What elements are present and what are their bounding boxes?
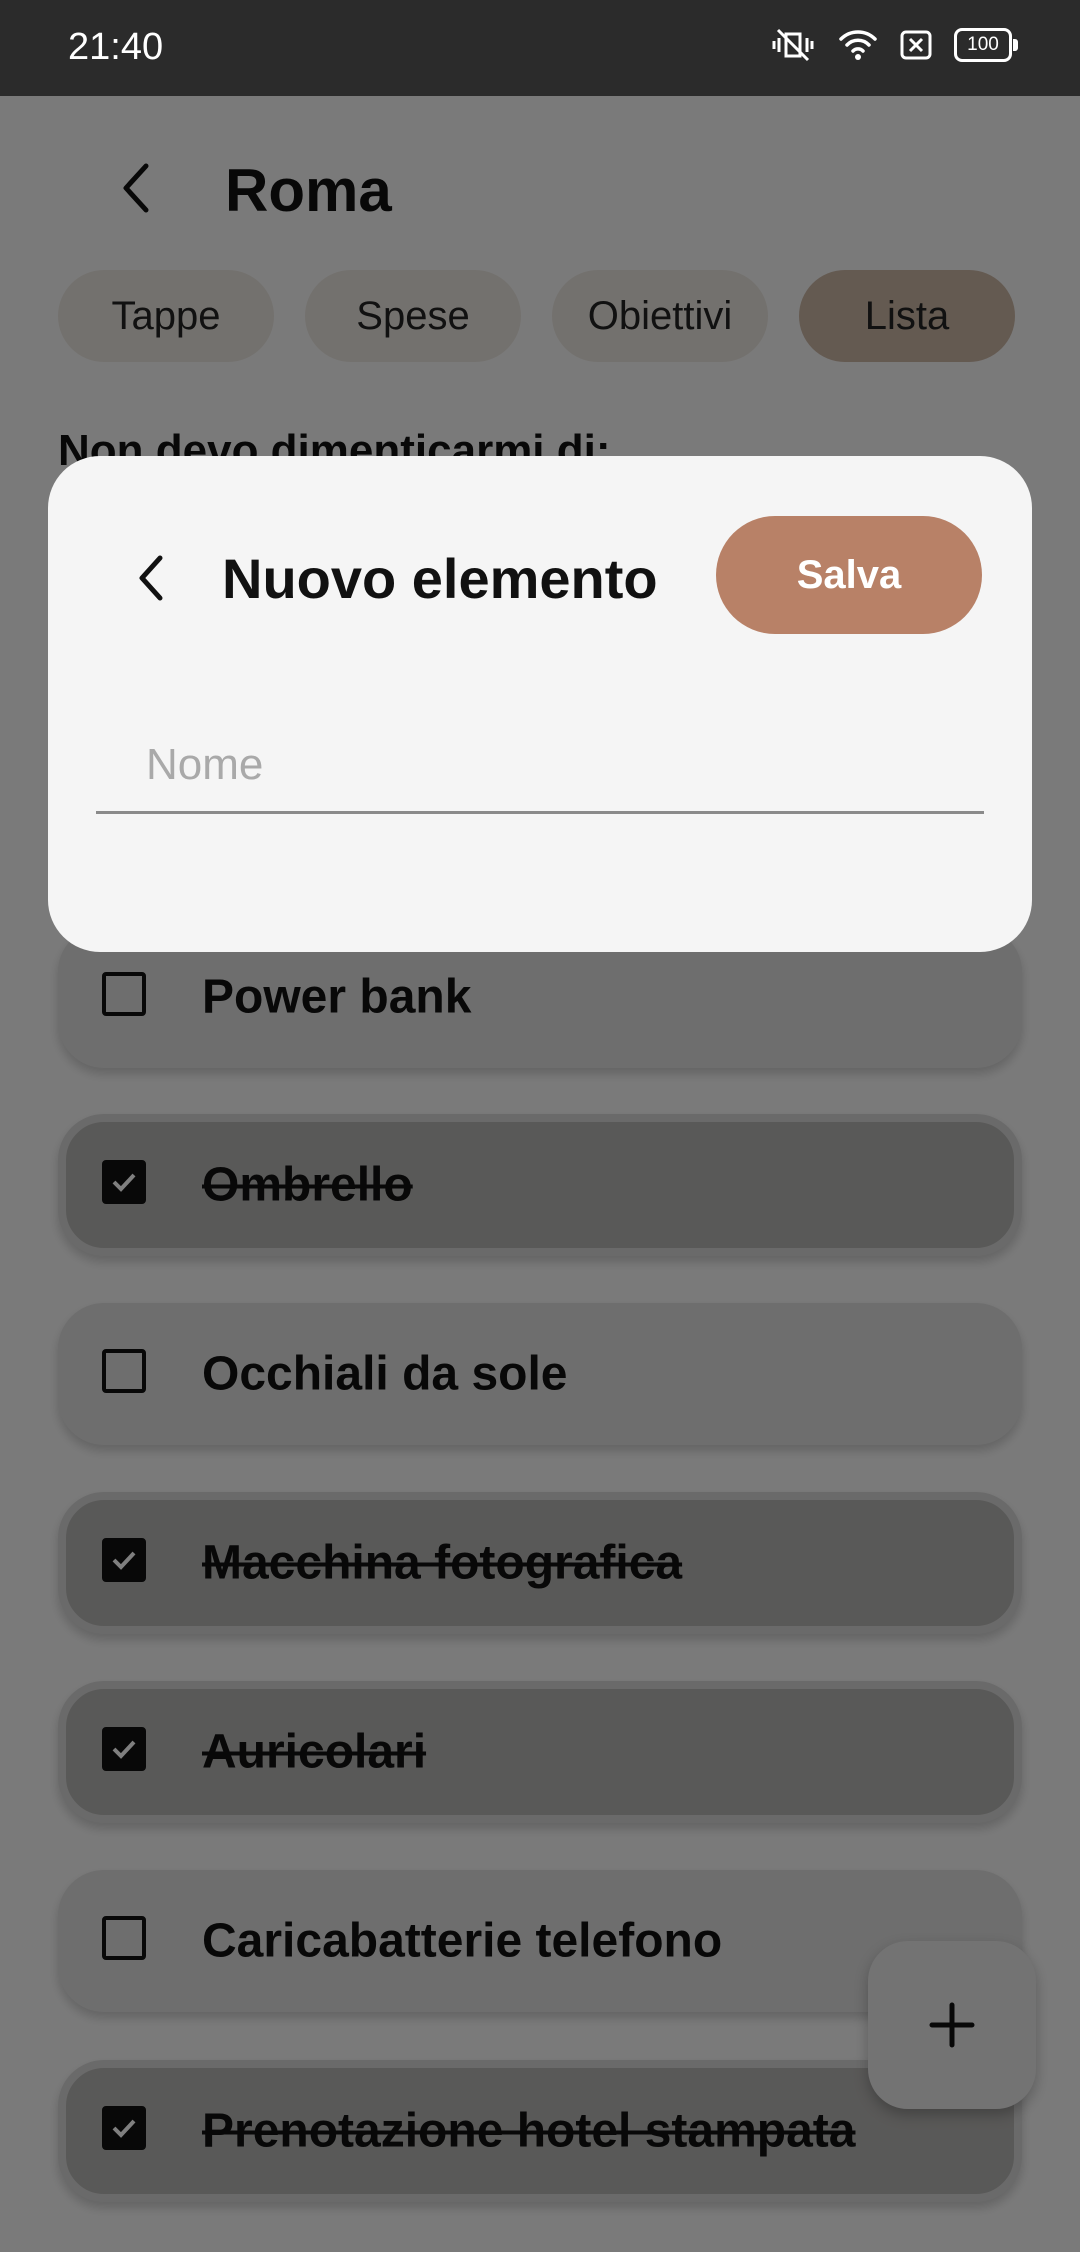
status-icons: 100	[770, 28, 1018, 62]
sim-off-icon	[900, 30, 932, 60]
dialog-back-button[interactable]	[128, 548, 178, 608]
save-button[interactable]: Salva	[716, 516, 982, 634]
status-bar: 21:40 100	[0, 0, 1080, 96]
battery-icon: 100	[954, 28, 1018, 62]
vibrate-off-icon	[770, 28, 816, 62]
status-time: 21:40	[68, 26, 164, 68]
name-input[interactable]	[96, 718, 984, 814]
modal-scrim[interactable]	[0, 96, 1080, 2252]
wifi-icon	[838, 28, 878, 62]
chevron-left-icon	[139, 555, 163, 601]
dialog-title: Nuovo elemento	[222, 547, 658, 610]
new-item-dialog: Nuovo elemento Salva	[48, 456, 1032, 952]
